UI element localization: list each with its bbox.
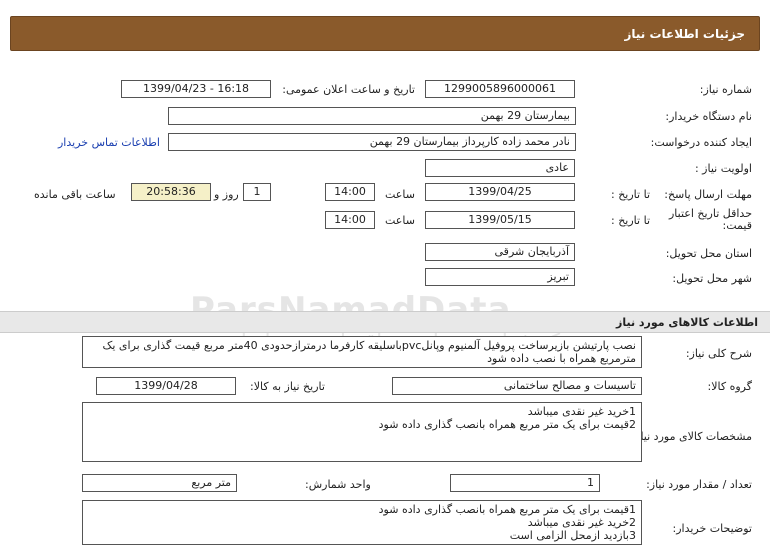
creator-label: ایجاد کننده درخواست: — [650, 136, 752, 149]
creator-field: نادر محمد زاده کارپرداز بیمارستان 29 بهم… — [168, 133, 576, 151]
province-label: استان محل تحویل: — [665, 247, 752, 260]
need-number-field: 1299005896000061 — [425, 80, 575, 98]
notes-line-1: 1قیمت برای یک متر مربع همراه بانصب گذاری… — [378, 503, 636, 516]
page-header: جزئیات اطلاعات نیاز — [10, 16, 760, 51]
unit-field: متر مربع — [82, 474, 237, 492]
announce-label: تاریخ و ساعت اعلان عمومی: — [282, 83, 415, 96]
notes-line-3: 3بازدید ازمحل الزامی است — [509, 529, 636, 542]
priority-label: اولویت نیاز : — [694, 162, 752, 175]
send-date-field: 1399/04/25 — [425, 183, 575, 201]
need-date-field: 1399/04/28 — [96, 377, 236, 395]
group-label: گروه کالا: — [707, 380, 752, 393]
days-remaining-field: 1 — [243, 183, 271, 201]
validity-label: حداقل تاریخ اعتبار قیمت: — [668, 207, 752, 232]
city-label: شهر محل تحویل: — [672, 272, 752, 285]
announce-field: 1399/04/23 - 16:18 — [121, 80, 271, 98]
priority-field: عادی — [425, 159, 575, 177]
send-to-date-label: تا تاریخ : — [611, 188, 650, 201]
buyer-org-field: بیمارستان 29 بهمن — [168, 107, 576, 125]
province-field: آذربایجان شرقی — [425, 243, 575, 261]
buyer-notes-label: توضیحات خریدار: — [672, 522, 753, 535]
validity-to-date-label: تا تاریخ : — [611, 214, 650, 227]
validity-date-field: 1399/05/15 — [425, 211, 575, 229]
buyer-contact-link[interactable]: اطلاعات تماس خریدار — [58, 136, 160, 149]
remaining-label: ساعت باقی مانده — [34, 188, 116, 201]
validity-time-label: ساعت — [385, 214, 415, 227]
qty-label: تعداد / مقدار مورد نیاز: — [646, 478, 752, 491]
summary-field: نصب پارتیشن بازیرساخت پروفیل آلمنیوم وپا… — [82, 336, 642, 368]
notes-line-2: 2خرید غیر نقدی میباشد — [527, 516, 636, 529]
specs-field: 1خرید غیر نقدی میباشد 2قیمت برای یک متر … — [82, 402, 642, 462]
goods-section-title: اطلاعات کالاهای مورد نیاز — [616, 316, 758, 329]
group-field: تاسیسات و مصالح ساختمانی — [392, 377, 642, 395]
send-time-field: 14:00 — [325, 183, 375, 201]
page-title: جزئیات اطلاعات نیاز — [624, 27, 745, 41]
city-field: تبریز — [425, 268, 575, 286]
days-label: روز و — [214, 188, 239, 201]
specs-label: مشخصات کالای مورد نیاز: — [631, 430, 752, 443]
validity-time-field: 14:00 — [325, 211, 375, 229]
specs-line-2: 2قیمت برای یک متر مربع همراه بانصب گذاری… — [378, 418, 636, 431]
buyer-org-label: نام دستگاه خریدار: — [665, 110, 752, 123]
goods-section-header: اطلاعات کالاهای مورد نیاز — [0, 311, 770, 333]
need-number-label: شماره نیاز: — [699, 83, 752, 96]
qty-field: 1 — [450, 474, 600, 492]
send-deadline-label: مهلت ارسال پاسخ: — [664, 188, 752, 201]
unit-label: واحد شمارش: — [305, 478, 371, 491]
summary-label: شرح کلی نیاز: — [685, 347, 752, 360]
specs-line-1: 1خرید غیر نقدی میباشد — [527, 405, 636, 418]
send-time-label: ساعت — [385, 188, 415, 201]
remaining-time-field: 20:58:36 — [131, 183, 211, 201]
need-date-label: تاریخ نیاز به کالا: — [250, 380, 325, 393]
buyer-notes-field: 1قیمت برای یک متر مربع همراه بانصب گذاری… — [82, 500, 642, 545]
